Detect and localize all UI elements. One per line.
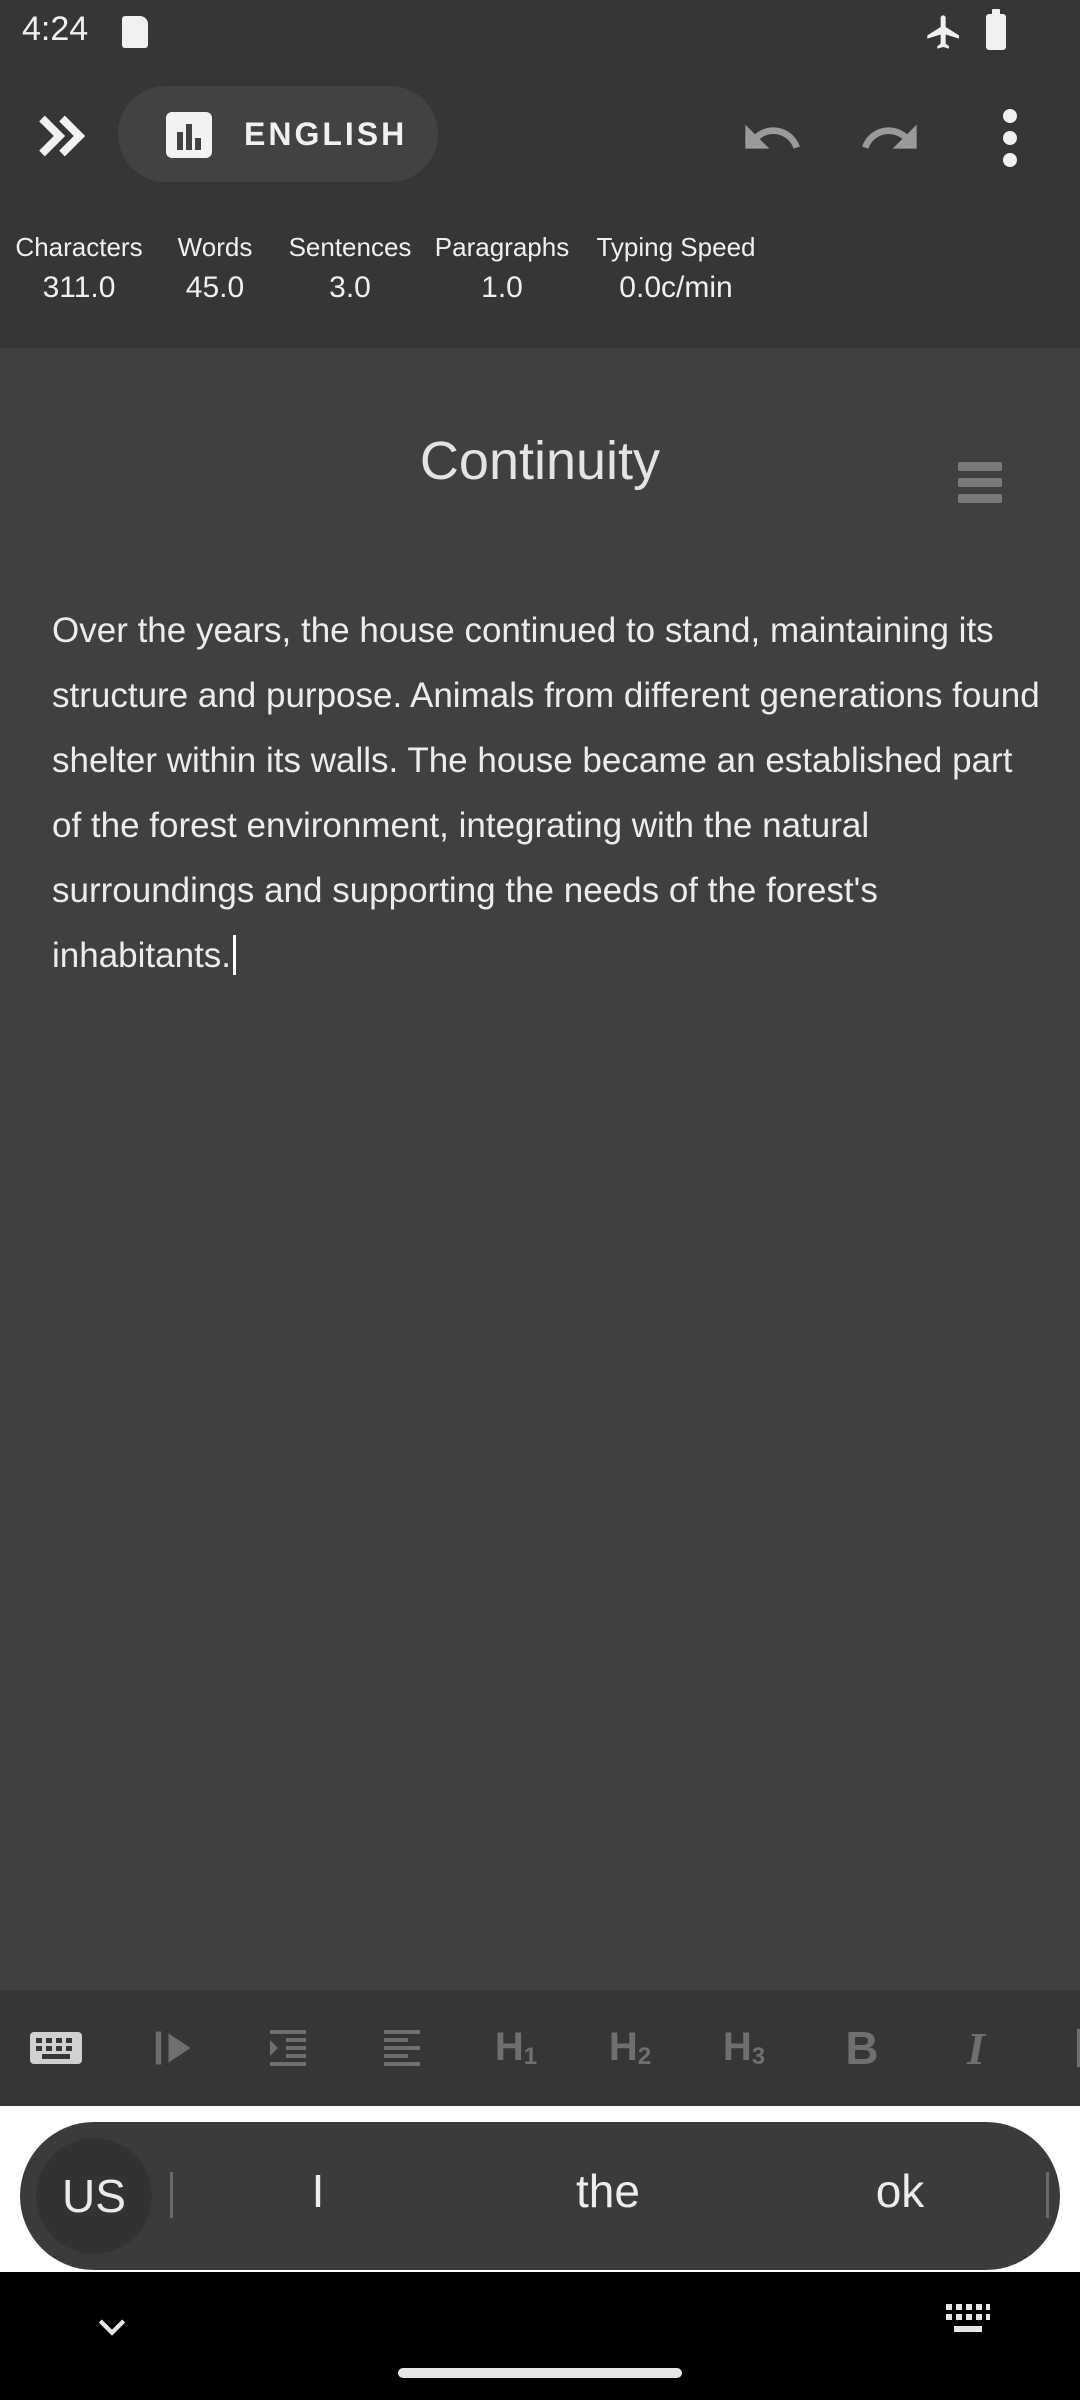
navigation-bar [0,2272,1080,2400]
bold-button[interactable]: B [832,2018,892,2078]
battery-icon [986,9,1006,50]
keyboard-grid-icon[interactable] [944,2302,992,2338]
stat-value: 0.0c/min [619,271,733,304]
more-vert-icon[interactable] [990,106,1030,170]
stat-typing-speed: Typing Speed 0.0c/min [596,232,756,305]
heading-2-button[interactable]: H2 [600,2018,660,2078]
document-text: Over the years, the house continued to s… [52,611,1040,975]
heading-1-button[interactable]: H1 [486,2018,546,2078]
align-icon[interactable] [372,2018,432,2078]
document-body[interactable]: Over the years, the house continued to s… [52,598,1042,988]
heading-1-letter: H [494,2025,524,2069]
bold-label: B [845,2022,879,2074]
stat-label: Characters [15,232,143,262]
language-selector[interactable]: ENGLISH [118,86,438,182]
airplane-mode-icon [927,15,959,49]
italic-label: I [967,2022,985,2074]
stat-value: 45.0 [185,271,245,304]
stat-label: Words [177,232,253,262]
chevron-down-icon[interactable] [92,2306,132,2346]
status-bar: 4:24 [0,0,1080,64]
document-title[interactable]: Continuity [0,430,1080,492]
editor-area[interactable]: Continuity Over the years, the house con… [0,348,1080,1990]
keyboard-layout-key[interactable]: US [36,2138,152,2254]
text-statistics: Characters 311.0 Words 45.0 Sentences 3.… [0,214,1080,348]
stat-label: Sentences [288,232,412,262]
formatting-toolbar: H1 H2 H3 B I [0,1990,1080,2106]
suggestion-strip: US I the ok [20,2122,1060,2270]
sd-card-icon [122,16,148,48]
heading-3-letter: H [722,2025,752,2069]
indent-icon[interactable] [258,2018,318,2078]
suggestion-1[interactable]: I [218,2164,418,2218]
stat-characters: Characters 311.0 [14,232,144,305]
language-label: ENGLISH [244,116,408,152]
heading-3-button[interactable]: H3 [714,2018,774,2078]
redo-icon[interactable] [858,106,922,170]
stat-value: 311.0 [42,271,116,304]
status-time: 4:24 [22,10,89,48]
home-handle[interactable] [398,2368,682,2378]
keyboard-icon[interactable] [26,2018,86,2078]
heading-1-level: 1 [523,2043,538,2070]
suggestion-2[interactable]: the [508,2164,708,2218]
heading-2-level: 2 [637,2043,652,2070]
heading-3-level: 3 [751,2043,766,2070]
undo-icon[interactable] [740,106,804,170]
keyboard-suggestion-area: US I the ok [0,2106,1080,2272]
stat-value: 1.0 [481,271,523,304]
italic-button[interactable]: I [946,2018,1006,2078]
stat-label: Typing Speed [596,232,756,262]
text-cursor [233,935,237,975]
bar-chart-icon [166,112,212,158]
play-indent-icon[interactable] [144,2018,204,2078]
top-toolbar: ENGLISH [0,64,1080,214]
underline-button[interactable] [1058,2018,1080,2078]
stat-label: Paragraphs [434,232,570,262]
suggestion-divider [170,2172,173,2218]
stat-words: Words 45.0 [170,232,260,305]
stat-sentences: Sentences 3.0 [280,232,420,305]
heading-2-letter: H [608,2025,638,2069]
suggestion-3[interactable]: ok [800,2164,1000,2218]
stat-paragraphs: Paragraphs 1.0 [434,232,570,305]
stat-value: 3.0 [329,271,371,304]
suggestion-divider [1046,2172,1049,2218]
table-of-contents-icon[interactable] [944,448,1014,518]
double-chevron-right-icon[interactable] [32,106,92,166]
